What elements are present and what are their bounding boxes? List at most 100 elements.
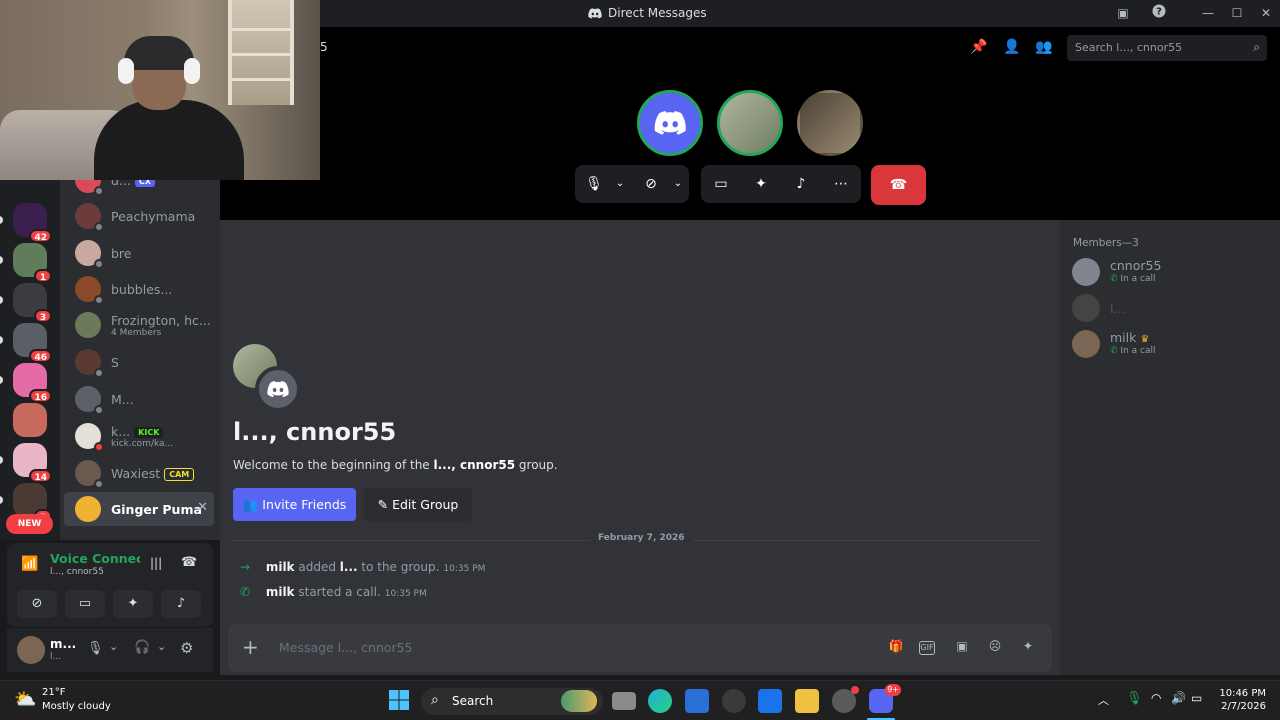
chevron-down-icon[interactable]: ⌄ (109, 640, 118, 653)
battery-icon[interactable]: ▭ (1191, 691, 1202, 705)
user-status: l... (50, 652, 62, 662)
dm-item[interactable]: S (64, 345, 214, 379)
member-item[interactable]: l... (1072, 290, 1272, 326)
cloud-sun-icon: ⛅ (14, 689, 37, 710)
message-author[interactable]: milk (266, 585, 295, 599)
voice-status[interactable]: Voice Connected (50, 551, 140, 566)
discord-taskbar-icon[interactable]: 9+ (869, 684, 901, 713)
headphones-icon[interactable]: 🎧 (134, 640, 150, 655)
new-badge[interactable]: NEW (6, 514, 53, 534)
screen-share-button[interactable]: ▭ (65, 590, 105, 618)
wifi-icon[interactable]: ◠ (1151, 691, 1161, 705)
maximize-button[interactable]: ☐ (1226, 4, 1248, 22)
call-area: 5 📌 👤 👥 Search l..., cnnor55 ⌕ 🎙 ⌄ ⊘ ⌄ ▭… (220, 27, 1280, 220)
server-rail: 42 1 3 46 16 14 3 NEW (0, 180, 60, 540)
dm-item-active[interactable]: Ginger Puma ✕ (64, 492, 214, 526)
close-dm-icon[interactable]: ✕ (197, 500, 208, 515)
inbox-icon[interactable]: ▣ (1112, 4, 1134, 22)
taskbar-search[interactable]: ⌕ Search (421, 688, 603, 715)
end-call-button[interactable]: ☎ (871, 165, 926, 205)
phone-icon: ✆ (240, 585, 251, 599)
sticker-icon[interactable]: ▣ (952, 639, 972, 657)
soundboard-icon[interactable]: ♪ (786, 165, 816, 203)
camera-off-button[interactable]: ⊘ (17, 590, 57, 618)
chevron-down-icon[interactable]: ⌄ (663, 165, 693, 203)
task-view-icon[interactable] (612, 692, 636, 710)
file-explorer-icon[interactable] (795, 689, 819, 713)
server-icon[interactable] (13, 403, 47, 437)
dm-item[interactable]: k... KICK kick.com/ka... (64, 419, 214, 453)
store-icon[interactable] (685, 689, 709, 713)
dm-item[interactable]: bubbles... (64, 272, 214, 306)
voice-channel[interactable]: l..., cnnor55 (50, 567, 104, 577)
settings-gear-icon[interactable]: ⚙ (180, 639, 193, 657)
invite-friends-button[interactable]: 👥 Invite Friends (233, 488, 356, 521)
participant-tile[interactable] (717, 90, 783, 156)
clock[interactable]: 10:46 PM 2/7/2026 (1206, 687, 1266, 713)
server-icon[interactable]: 3 (0, 483, 52, 523)
signal-icon: 📶 (21, 556, 39, 572)
close-window-button[interactable]: ✕ (1255, 4, 1277, 22)
search-input[interactable]: Search l..., cnnor55 ⌕ (1067, 35, 1267, 61)
chrome-icon[interactable] (832, 686, 859, 713)
minimize-button[interactable]: — (1197, 4, 1219, 22)
server-icon[interactable]: 14 (0, 443, 52, 483)
gif-icon[interactable]: GIF (919, 641, 935, 655)
add-friends-icon[interactable]: 👤 (1003, 39, 1020, 55)
microphone-icon[interactable]: 🎙 (87, 641, 104, 656)
user-avatar[interactable] (17, 636, 45, 664)
svg-text:?: ? (1156, 7, 1162, 18)
server-icon[interactable]: 3 (0, 283, 52, 323)
avatar (75, 423, 104, 452)
edit-group-button[interactable]: ✎ Edit Group (364, 488, 472, 521)
start-button[interactable] (388, 689, 412, 713)
message-composer[interactable]: + Message l..., cnnor55 🎁 GIF ▣ ☹ ✦ (228, 624, 1052, 672)
avatar (1072, 258, 1100, 286)
window-title-text: Direct Messages (608, 6, 707, 20)
server-icon[interactable]: 42 (0, 203, 52, 243)
apps-icon[interactable]: ✦ (1018, 639, 1038, 657)
activities-icon[interactable]: ✦ (746, 165, 776, 203)
server-icon[interactable]: 46 (0, 323, 52, 363)
noise-suppression-icon[interactable]: ||| (150, 556, 162, 570)
unread-badge: 42 (29, 229, 52, 243)
soundboard-button[interactable]: ♪ (161, 590, 201, 618)
camera-off-icon[interactable]: ⊘ (636, 165, 666, 203)
dm-item[interactable]: M... (64, 382, 214, 416)
chevron-down-icon[interactable]: ⌄ (157, 640, 166, 653)
server-icon[interactable]: 16 (0, 363, 52, 403)
pin-icon[interactable]: 📌 (970, 39, 987, 55)
member-item[interactable]: cnnor55 ✆ In a call (1072, 254, 1272, 290)
activities-button[interactable]: ✦ (113, 590, 153, 618)
dm-item[interactable]: Waxiest CAM (64, 456, 214, 490)
participant-tile[interactable] (797, 90, 863, 156)
dm-item[interactable]: Peachymama (64, 199, 214, 233)
edge-icon[interactable] (648, 689, 672, 713)
member-item[interactable]: milk ♛ ✆ In a call (1072, 326, 1272, 362)
server-icon[interactable]: 1 (0, 243, 52, 283)
unread-badge: 9+ (885, 684, 901, 696)
emoji-icon[interactable]: ☹ (985, 639, 1005, 657)
message-input[interactable]: Message l..., cnnor55 (279, 640, 413, 655)
dm-item[interactable]: bre (64, 236, 214, 270)
more-options-icon[interactable]: ⋯ (826, 165, 856, 203)
chevron-down-icon[interactable]: ⌄ (605, 165, 635, 203)
gift-icon[interactable]: 🎁 (886, 639, 906, 657)
disconnect-icon[interactable]: ☎ (181, 555, 197, 570)
steam-icon[interactable] (722, 689, 746, 713)
member-list-icon[interactable]: 👥 (1035, 39, 1052, 55)
dm-item[interactable]: Frozington, hc... 4 Members (64, 308, 214, 342)
member-list: Members—3 cnnor55 ✆ In a call l... milk … (1060, 220, 1280, 675)
user-name[interactable]: m... (50, 637, 76, 651)
participant-tile[interactable] (637, 90, 703, 156)
chevron-up-icon[interactable]: ︿ (1098, 692, 1109, 708)
screen-share-icon[interactable]: ▭ (706, 165, 736, 203)
attach-plus-icon[interactable]: + (242, 635, 259, 659)
microphone-icon[interactable]: 🎙 (1126, 691, 1143, 706)
volume-icon[interactable]: 🔊 (1171, 691, 1186, 705)
message-author[interactable]: milk (266, 560, 295, 574)
audio-video-controls: 🎙 ⌄ ⊘ ⌄ (575, 165, 689, 203)
avatar (75, 460, 104, 489)
outlook-icon[interactable] (758, 689, 782, 713)
help-icon[interactable]: ? (1148, 4, 1170, 22)
